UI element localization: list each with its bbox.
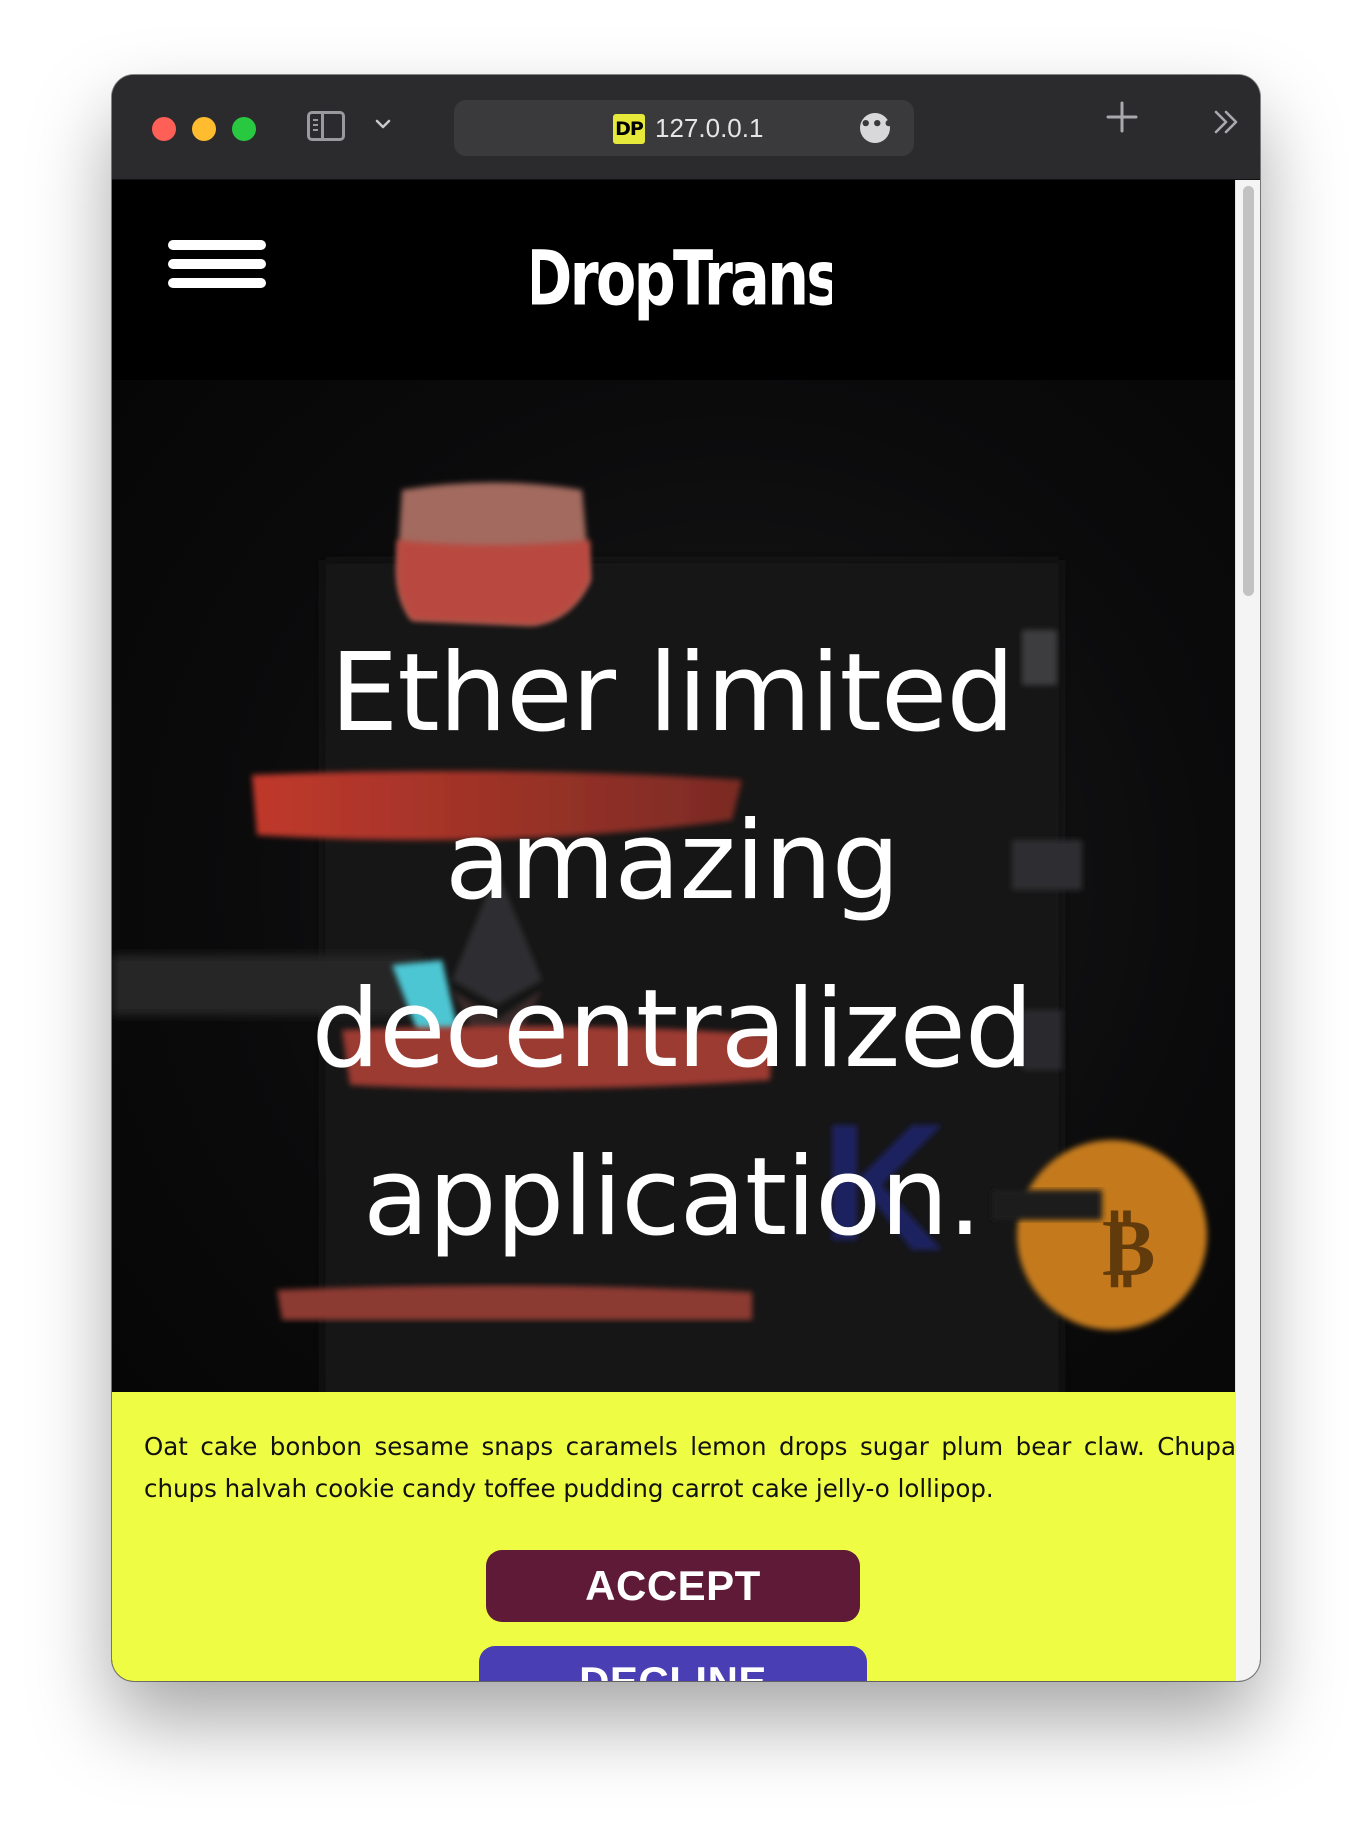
close-window-button[interactable] [152,117,176,141]
site-header: DropTrans [112,180,1235,380]
hamburger-icon[interactable] [168,240,266,298]
chevron-double-right-icon[interactable] [1210,105,1244,139]
minimize-window-button[interactable] [192,117,216,141]
sidebar-toggle-icon[interactable] [307,111,345,141]
hero-title: Ether limited amazing decentralized appl… [311,631,1034,1260]
page-content: DropTrans ₿ Ether limited amazing decent… [112,180,1235,1681]
browser-window: DP 127.0.0.1 ••• DropTrans ₿ Ether limit… [112,75,1260,1681]
scrollbar-thumb[interactable] [1243,186,1254,596]
site-favicon: DP [613,114,645,144]
vertical-scrollbar[interactable] [1235,180,1260,1681]
url-text[interactable]: 127.0.0.1 [655,112,763,144]
decline-button[interactable]: DECLINE [479,1646,867,1681]
plus-icon[interactable] [1102,97,1142,137]
site-logo[interactable]: DropTrans [532,235,832,335]
chevron-down-icon[interactable] [374,115,392,133]
accept-button[interactable]: ACCEPT [486,1550,860,1622]
more-icon[interactable]: ••• [860,113,895,143]
cookie-banner: Oat cake bonbon sesame snaps caramels le… [112,1392,1235,1681]
logo-text: DropTrans [532,235,832,322]
maximize-window-button[interactable] [232,117,256,141]
address-bar[interactable]: DP 127.0.0.1 ••• [454,100,914,156]
svg-text:₿: ₿ [1102,1201,1155,1294]
cookie-text: Oat cake bonbon sesame snaps caramels le… [144,1432,1235,1503]
hero-section: ₿ Ether limited amazing decentralized ap… [112,380,1235,1500]
browser-toolbar: DP 127.0.0.1 ••• [112,75,1260,180]
